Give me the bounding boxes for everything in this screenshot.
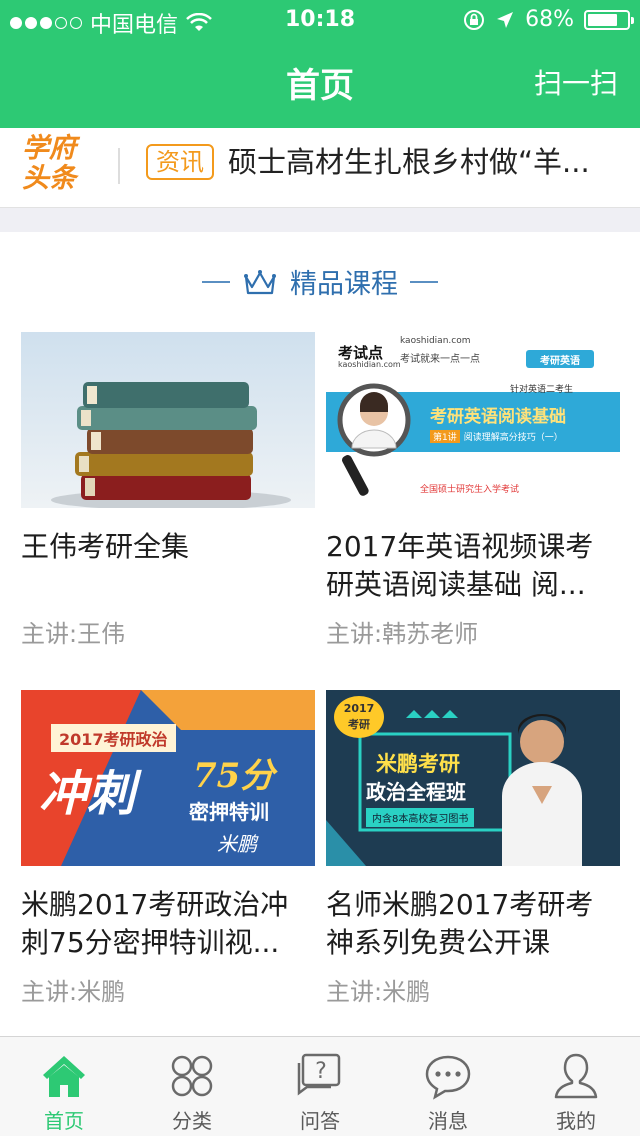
course-thumbnail-politics-course[interactable]: 2017 考研 米鹏考研 政治全程班 内含8本高校复习图书 bbox=[326, 690, 620, 866]
profile-icon bbox=[554, 1053, 598, 1099]
tab-bar: 首页 分类 ? 问答 消息 我的 bbox=[0, 1036, 640, 1136]
course-card[interactable]: 2017 考研 米鹏考研 政治全程班 内含8本高校复习图书 名师米鹏2017考研… bbox=[326, 690, 620, 1007]
tab-qa[interactable]: ? 问答 bbox=[256, 1037, 384, 1136]
tab-home[interactable]: 首页 bbox=[0, 1037, 128, 1136]
tab-label: 问答 bbox=[300, 1109, 340, 1133]
course-title[interactable]: 王伟考研全集 bbox=[21, 528, 315, 604]
sub-label: 密押特训 bbox=[189, 800, 269, 824]
tab-profile[interactable]: 我的 bbox=[512, 1037, 640, 1136]
qa-icon: ? bbox=[297, 1053, 341, 1096]
course-title[interactable]: 米鹏2017考研政治冲刺75分密押特训视... bbox=[21, 886, 315, 962]
category-icon bbox=[171, 1055, 213, 1097]
course-type-label: 政治全程班 bbox=[366, 780, 466, 804]
home-icon bbox=[43, 1056, 85, 1097]
note-label: 内含8本高校复习图书 bbox=[366, 808, 475, 827]
sprint-label: 冲刺 bbox=[39, 766, 136, 822]
signature-label: 米鹏 bbox=[217, 832, 257, 856]
tab-label: 首页 bbox=[44, 1109, 84, 1133]
divider bbox=[410, 280, 438, 283]
scan-button[interactable]: 扫一扫 bbox=[534, 62, 618, 102]
brand-site: kaoshidian.com bbox=[338, 360, 401, 369]
section-title: 精品课程 bbox=[290, 269, 398, 300]
tab-label: 我的 bbox=[556, 1109, 596, 1133]
battery-icon bbox=[584, 9, 634, 30]
tab-category[interactable]: 分类 bbox=[128, 1037, 256, 1136]
tab-messages[interactable]: 消息 bbox=[384, 1037, 512, 1136]
news-logo: 学府 头条 bbox=[22, 133, 76, 194]
course-title[interactable]: 名师米鹏2017考研考神系列免费公开课 bbox=[326, 886, 620, 962]
featured-courses-section: 精品课程 王伟考研全集 主讲:王伟 考试点 kaoshidian.com kao… bbox=[0, 232, 640, 1036]
navigation-bar: 首页 扫一扫 bbox=[0, 40, 640, 128]
course-teacher: 主讲:韩苏老师 bbox=[326, 620, 479, 648]
course-card[interactable]: 王伟考研全集 主讲:王伟 bbox=[21, 332, 315, 649]
course-card[interactable]: 考试点 kaoshidian.com kaoshidian.com 考试就来一点… bbox=[326, 332, 620, 649]
lesson-number: 第1讲 bbox=[430, 430, 460, 443]
course-teacher: 主讲:米鹏 bbox=[21, 978, 126, 1006]
location-arrow-icon bbox=[497, 11, 514, 28]
tab-label: 分类 bbox=[172, 1109, 212, 1133]
headline-label: 米鹏考研 bbox=[376, 752, 460, 776]
news-tag-badge: 资讯 bbox=[146, 144, 214, 180]
message-icon bbox=[425, 1055, 471, 1100]
divider bbox=[118, 148, 120, 184]
header: 中国电信 10:18 68% 首页 扫一扫 bbox=[0, 0, 640, 128]
course-thumbnail-books[interactable] bbox=[21, 332, 315, 508]
exam-footer: 全国硕士研究生入学考试 bbox=[420, 485, 520, 495]
divider bbox=[202, 280, 230, 283]
status-bar: 中国电信 10:18 68% bbox=[0, 0, 640, 40]
crown-icon bbox=[244, 269, 276, 294]
tab-label: 消息 bbox=[428, 1109, 468, 1133]
course-title[interactable]: 2017年英语视频课考研英语阅读基础 阅... bbox=[326, 528, 620, 604]
subject-note: 针对英语二考生 bbox=[510, 385, 574, 395]
section-header: 精品课程 bbox=[0, 262, 640, 301]
news-ticker[interactable]: 学府 头条 资讯 硕士高材生扎根乡村做“羊... bbox=[0, 128, 640, 208]
course-thumbnail-politics-sprint[interactable]: 2017考研政治 冲刺 75分 密押特训 米鹏 bbox=[21, 690, 315, 866]
brand-site-top: kaoshidian.com bbox=[400, 336, 471, 346]
subject-badge: 考研英语 bbox=[540, 356, 580, 367]
brand-slogan: 考试就来一点一点 bbox=[400, 354, 480, 365]
course-card[interactable]: 2017考研政治 冲刺 75分 密押特训 米鹏 米鹏2017考研政治冲刺75分密… bbox=[21, 690, 315, 1007]
rotation-lock-icon bbox=[464, 9, 485, 30]
course-teacher: 主讲:米鹏 bbox=[326, 978, 431, 1006]
course-thumbnail-english[interactable]: 考试点 kaoshidian.com kaoshidian.com 考试就来一点… bbox=[326, 332, 620, 508]
course-teacher: 主讲:王伟 bbox=[21, 620, 126, 648]
year-badge: 2017 考研 bbox=[334, 696, 384, 738]
banner-label: 2017考研政治 bbox=[51, 724, 176, 752]
lesson-name: 阅读理解高分技巧（一） bbox=[463, 433, 563, 443]
score-label: 75分 bbox=[193, 756, 275, 796]
battery-percent: 68% bbox=[525, 7, 574, 32]
course-name: 考研英语阅读基础 bbox=[430, 407, 566, 427]
app-screen: 中国电信 10:18 68% 首页 扫一扫 学府 头条 资讯 硕士高材生扎根乡村… bbox=[0, 0, 640, 1136]
svg-text:?: ? bbox=[315, 1059, 327, 1084]
news-headline[interactable]: 硕士高材生扎根乡村做“羊... bbox=[228, 144, 618, 180]
